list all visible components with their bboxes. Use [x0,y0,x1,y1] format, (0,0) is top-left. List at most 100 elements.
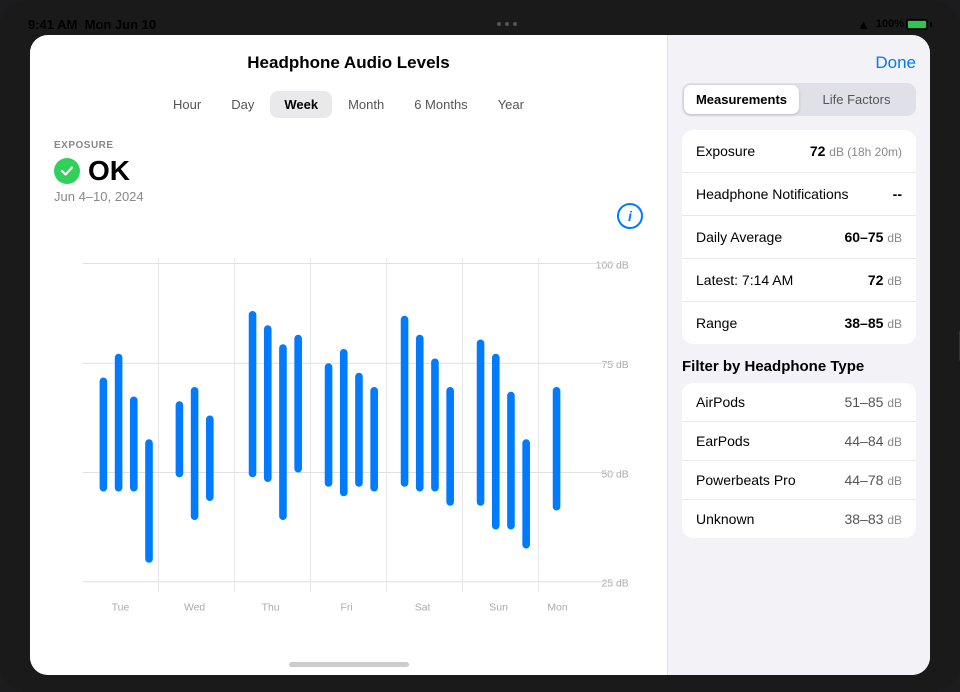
filter-value-unknown: 38–83 dB [844,511,902,527]
home-indicator [289,662,409,667]
exposure-section: EXPOSURE OK Jun 4–10, 2024 [30,130,667,204]
stat-label-latest: Latest: 7:14 AM [696,272,793,288]
bar-wed-3 [206,416,214,502]
bar-fri-3 [355,373,363,487]
filter-card-airpods[interactable]: AirPods 51–85 dB [682,383,916,422]
filter-label-earpods: EarPods [696,433,750,449]
bar-tue-4 [145,439,153,563]
exposure-status: OK [54,155,643,187]
stat-card-latest: Latest: 7:14 AM 72 dB [682,259,916,302]
x-label-thu: Thu [262,602,280,613]
bar-thu-4 [294,335,302,473]
time-btn-hour[interactable]: Hour [159,91,215,118]
bar-sun-2 [492,354,500,530]
time-selector: Hour Day Week Month 6 Months Year [30,83,667,130]
stat-card-exposure: Exposure 72 dB (18h 20m) [682,130,916,173]
bar-tue-1 [100,378,108,492]
ok-status-circle [54,158,80,184]
ipad-frame: 9:41 AM Mon Jun 10 ▲ 100% Headphone Au [0,0,960,692]
content-area: Headphone Audio Levels Hour Day Week Mon… [30,35,930,675]
filter-card-earpods[interactable]: EarPods 44–84 dB [682,422,916,461]
bar-thu-3 [279,344,287,520]
filter-title: Filter by Headphone Type [682,358,916,375]
bar-wed-2 [191,387,199,520]
bar-fri-1 [325,363,333,487]
bar-sun-4 [522,439,530,548]
time-btn-6months[interactable]: 6 Months [400,91,481,118]
stat-label-headphone-notifications: Headphone Notifications [696,186,849,202]
stat-card-headphone-notifications: Headphone Notifications -- [682,173,916,216]
stat-label-range: Range [696,315,737,331]
bar-fri-2 [340,349,348,496]
bar-tue-2 [115,354,123,492]
filter-value-powerbeats: 44–78 dB [844,472,902,488]
stat-label-exposure: Exposure [696,143,755,159]
stats-list: Exposure 72 dB (18h 20m) Headphone Notif… [668,130,930,344]
time-btn-month[interactable]: Month [334,91,398,118]
page-title: Headphone Audio Levels [247,53,449,72]
chart-area: 100 dB 75 dB 50 dB 25 dB [30,214,667,675]
bar-tue-3 [130,397,138,492]
x-label-mon: Mon [547,602,567,613]
exposure-label: EXPOSURE [54,140,643,151]
stat-value-daily-average: 60–75 dB [844,229,902,245]
y-label-75: 75 dB [601,360,628,371]
right-header: Done [668,35,930,83]
date-range: Jun 4–10, 2024 [54,189,643,204]
filter-value-earpods: 44–84 dB [844,433,902,449]
status-bar: 9:41 AM Mon Jun 10 ▲ 100% [0,10,960,38]
tab-measurements[interactable]: Measurements [684,85,799,114]
bar-fri-4 [370,387,378,492]
stat-card-range: Range 38–85 dB [682,302,916,344]
bar-thu-2 [264,325,272,482]
y-label-25: 25 dB [601,579,628,590]
toggle-tabs: Measurements Life Factors [682,83,916,116]
chart-svg: 100 dB 75 dB 50 dB 25 dB [54,224,643,645]
x-label-tue: Tue [112,602,130,613]
bar-wed-1 [176,401,184,477]
time-btn-year[interactable]: Year [484,91,538,118]
tab-life-factors[interactable]: Life Factors [799,85,914,114]
checkmark-icon [59,163,75,179]
time-btn-week[interactable]: Week [270,91,332,118]
bar-mon-1 [553,387,561,511]
ok-text: OK [88,155,130,187]
filter-label-powerbeats: Powerbeats Pro [696,472,796,488]
bar-thu-1 [249,311,257,477]
status-center-dots [497,22,517,26]
stat-card-daily-average: Daily Average 60–75 dB [682,216,916,259]
bar-sat-4 [446,387,454,506]
filter-card-powerbeats[interactable]: Powerbeats Pro 44–78 dB [682,461,916,500]
x-label-sat: Sat [415,602,431,613]
filter-label-airpods: AirPods [696,394,745,410]
status-right: ▲ 100% [857,17,932,32]
bar-sat-1 [401,316,409,487]
filter-label-unknown: Unknown [696,511,754,527]
bar-sat-3 [431,359,439,492]
battery-indicator: 100% [876,18,932,30]
right-panel: Done Measurements Life Factors Exposure … [668,35,930,675]
filter-list: AirPods 51–85 dB EarPods 44–84 dB [682,383,916,538]
x-label-fri: Fri [341,602,353,613]
y-label-100: 100 dB [596,260,629,271]
stat-label-daily-average: Daily Average [696,229,782,245]
left-panel: Headphone Audio Levels Hour Day Week Mon… [30,35,668,675]
filter-section: Filter by Headphone Type AirPods 51–85 d… [668,344,930,546]
bar-sun-3 [507,392,515,530]
done-button[interactable]: Done [875,53,916,73]
bar-sat-2 [416,335,424,492]
app-screen: Headphone Audio Levels Hour Day Week Mon… [30,35,930,675]
stat-value-exposure: 72 dB (18h 20m) [810,143,902,159]
filter-value-airpods: 51–85 dB [844,394,902,410]
x-label-wed: Wed [184,602,205,613]
stat-value-latest: 72 dB [868,272,902,288]
time-btn-day[interactable]: Day [217,91,268,118]
x-label-sun: Sun [489,602,508,613]
stat-value-range: 38–85 dB [844,315,902,331]
filter-card-unknown[interactable]: Unknown 38–83 dB [682,500,916,538]
wifi-icon: ▲ [857,17,870,32]
bar-sun-1 [477,340,485,506]
stat-value-headphone-notifications: -- [893,186,902,202]
page-title-bar: Headphone Audio Levels [30,35,667,83]
y-label-50: 50 dB [601,469,628,480]
